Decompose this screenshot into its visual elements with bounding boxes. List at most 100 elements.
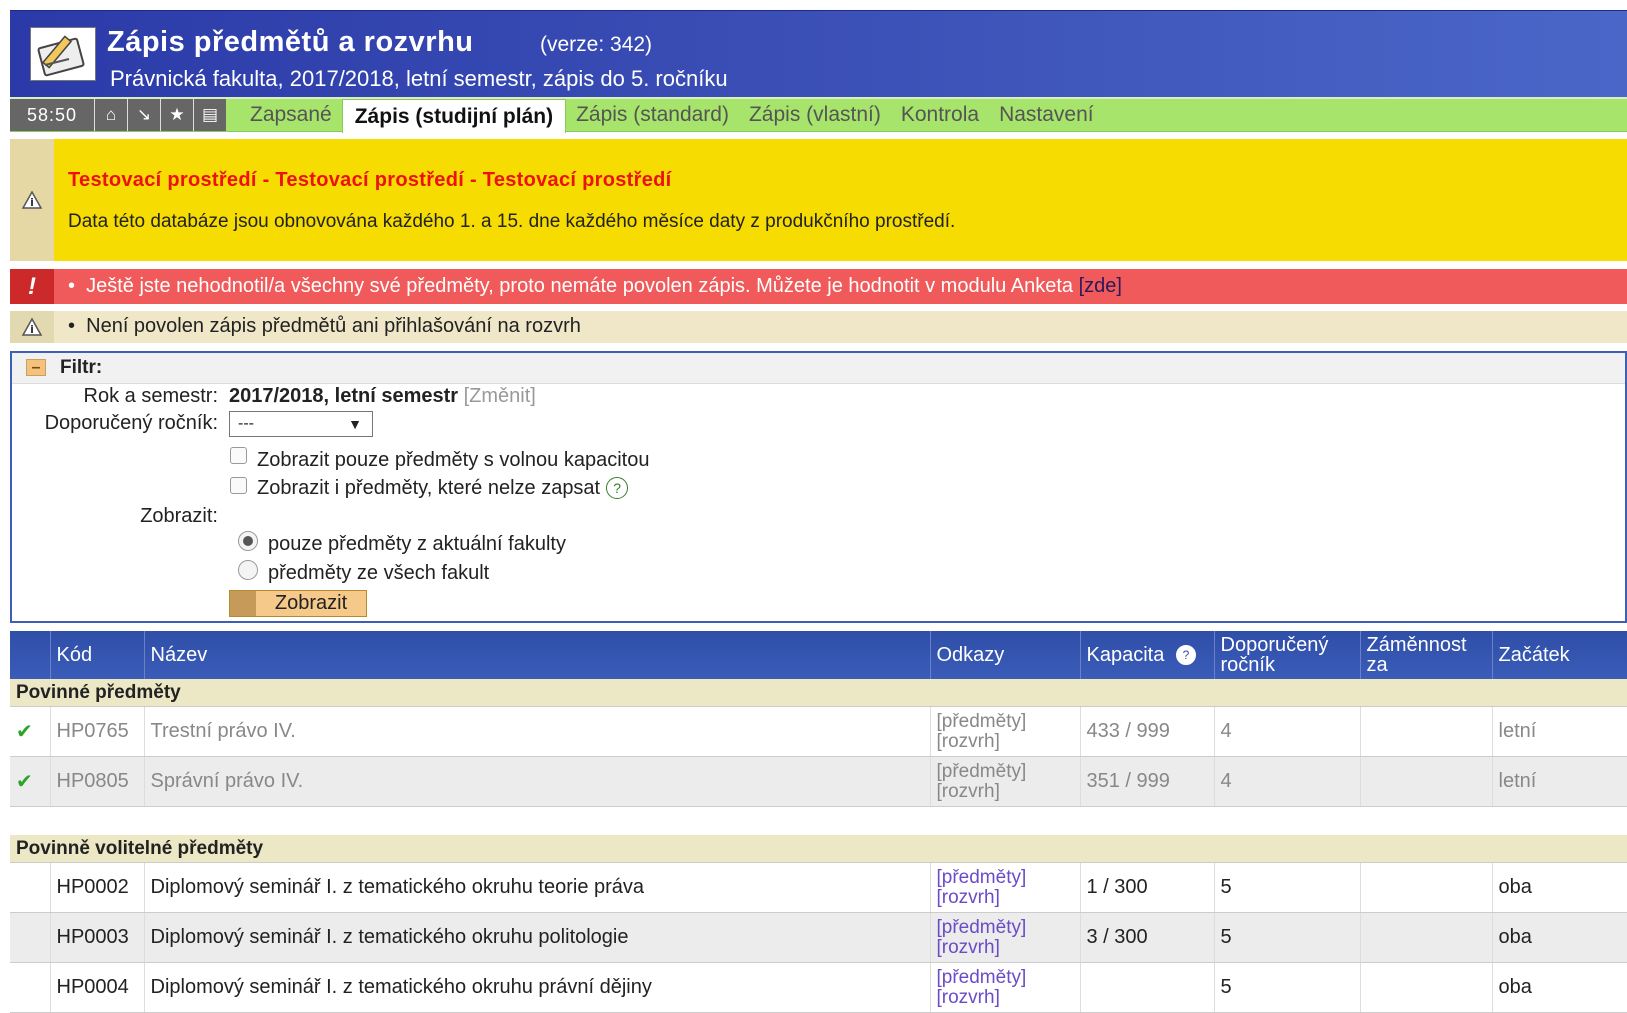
print-icon[interactable]: ▤	[193, 99, 226, 131]
row-code: HP0004	[50, 962, 145, 1013]
schedule-link[interactable]: [rozvrh]	[937, 987, 1074, 1008]
row-code: HP0003	[50, 912, 145, 963]
col-exchangeability-l1: Záměnnost	[1366, 634, 1467, 656]
col-name[interactable]: Název	[144, 631, 931, 679]
row-code: HP0002	[50, 862, 145, 913]
capacity-checkbox[interactable]	[230, 447, 247, 464]
check-icon: ✔	[16, 771, 33, 793]
test-environment-notice: i Testovací prostředí - Testovací prostř…	[10, 139, 1627, 261]
row-exchange	[1360, 912, 1493, 963]
row-start: oba	[1492, 962, 1627, 1013]
table-header-row: Kód Název Odkazy Kapacita ? Doporučený ro…	[10, 631, 1627, 679]
subjects-link[interactable]: [předměty]	[937, 967, 1074, 988]
test-environment-title: Testovací prostředí - Testovací prostřed…	[68, 169, 672, 191]
info-warning-icon: i	[10, 311, 54, 343]
row-exchange	[1360, 756, 1493, 807]
enrollment-disabled-notice: i • Není povolen zápis předmětů ani přih…	[10, 311, 1627, 343]
row-year: 4	[1214, 706, 1361, 757]
app-subtitle: Právnická fakulta, 2017/2018, letní seme…	[110, 66, 728, 91]
subjects-link[interactable]: [předměty]	[937, 917, 1074, 938]
semester-value: 2017/2018, letní semestr	[229, 385, 459, 407]
row-year: 5	[1214, 912, 1361, 963]
star-icon[interactable]: ★	[160, 99, 193, 131]
col-exchangeability-l2: za	[1366, 654, 1388, 676]
home-icon[interactable]: ⌂	[94, 99, 127, 131]
tab-nastaveni[interactable]: Nastavení	[989, 99, 1104, 131]
col-start[interactable]: Začátek	[1492, 631, 1627, 679]
row-year: 5	[1214, 862, 1361, 913]
evaluation-link[interactable]: [zde]	[1079, 275, 1122, 297]
schedule-link[interactable]: [rozvrh]	[937, 887, 1074, 908]
row-capacity: 3 / 300	[1080, 912, 1215, 963]
radio-all-faculties[interactable]	[238, 560, 258, 580]
row-name: Diplomový seminář I. z tematického okruh…	[144, 962, 931, 1013]
col-status	[10, 631, 51, 679]
row-name: Správní právo IV.	[144, 756, 931, 807]
radio-current-faculty[interactable]	[238, 531, 258, 551]
col-recommended-year[interactable]: Doporučený ročník	[1214, 631, 1361, 679]
radio-current-faculty-label: pouze předměty z aktuální fakulty	[268, 533, 566, 555]
tab-zapis-studijni-plan[interactable]: Zápis (studijní plán)	[341, 99, 567, 133]
schedule-link[interactable]: [rozvrh]	[937, 731, 1074, 752]
row-code: HP0765	[50, 706, 145, 757]
row-capacity: 351 / 999	[1080, 756, 1215, 807]
col-capacity[interactable]: Kapacita ?	[1080, 631, 1215, 679]
tab-kontrola[interactable]: Kontrola	[891, 99, 989, 131]
show-button[interactable]: Zobrazit	[229, 590, 367, 617]
schedule-link[interactable]: [rozvrh]	[937, 781, 1074, 802]
row-start: letní	[1492, 706, 1627, 757]
app-version: (verze: 342)	[540, 33, 653, 56]
capacity-help-icon[interactable]: ?	[1175, 645, 1196, 665]
row-exchange	[1360, 962, 1493, 1013]
subjects-link[interactable]: [předměty]	[937, 867, 1074, 888]
schedule-link[interactable]: [rozvrh]	[937, 937, 1074, 958]
arrow-down-right-icon[interactable]: ↘	[127, 99, 160, 131]
show-label: Zobrazit:	[140, 505, 218, 527]
row-capacity	[1080, 962, 1215, 1013]
col-code[interactable]: Kód	[50, 631, 145, 679]
col-links: Odkazy	[930, 631, 1081, 679]
tab-zapis-standard[interactable]: Zápis (standard)	[566, 99, 739, 131]
row-capacity: 433 / 999	[1080, 706, 1215, 757]
unavailable-checkbox[interactable]	[230, 477, 247, 494]
col-recommended-year-l1: Doporučený	[1220, 634, 1329, 656]
subjects-link[interactable]: [předměty]	[937, 761, 1074, 782]
test-environment-text: Data této databáze jsou obnovována každé…	[68, 211, 956, 232]
row-name: Diplomový seminář I. z tematického okruh…	[144, 862, 931, 913]
col-recommended-year-l2: ročník	[1220, 654, 1275, 676]
tab-zapis-vlastni[interactable]: Zápis (vlastní)	[739, 99, 891, 131]
app-title: Zápis předmětů a rozvrhu	[107, 26, 474, 58]
check-icon: ✔	[16, 721, 33, 743]
warning-icon: i	[10, 139, 54, 261]
table-row: ✔ HP0765 Trestní právo IV. [předměty] [ro…	[10, 706, 1627, 757]
row-start: oba	[1492, 912, 1627, 963]
tab-zapsane[interactable]: Zapsané	[240, 99, 342, 131]
group-row-elective: Povinně volitelné předměty	[10, 835, 1627, 863]
enrollment-disabled-text: Není povolen zápis předmětů ani přihlašo…	[86, 315, 581, 337]
semester-label: Rok a semestr:	[83, 385, 218, 407]
year-select[interactable]: --- ▼	[229, 411, 373, 437]
row-year: 5	[1214, 962, 1361, 1013]
row-capacity: 1 / 300	[1080, 862, 1215, 913]
row-year: 4	[1214, 756, 1361, 807]
year-label: Doporučený ročník:	[44, 412, 218, 434]
filter-panel: – Filtr: Rok a semestr: 2017/2018, letní…	[10, 351, 1627, 623]
table-row: HP0004 Diplomový seminář I. z tematickéh…	[10, 962, 1627, 1013]
evaluation-error-text: Ještě jste nehodnotil/a všechny své před…	[86, 275, 1073, 297]
help-icon[interactable]: ?	[606, 477, 629, 499]
subjects-link[interactable]: [předměty]	[937, 711, 1074, 732]
svg-text:i: i	[30, 323, 34, 336]
table-spacer	[10, 806, 1627, 835]
capacity-checkbox-label: Zobrazit pouze předměty s volnou kapacit…	[257, 449, 650, 471]
row-start: letní	[1492, 756, 1627, 807]
group-title-elective: Povinně volitelné předměty	[10, 835, 1627, 863]
chevron-down-icon: ▼	[348, 416, 362, 432]
row-exchange	[1360, 862, 1493, 913]
semester-change-link[interactable]: [Změnit]	[464, 385, 536, 407]
col-capacity-label: Kapacita	[1086, 644, 1165, 666]
row-code: HP0805	[50, 756, 145, 807]
collapse-minus-icon[interactable]: –	[26, 359, 46, 376]
main-nav: 58:50 ⌂ ↘ ★ ▤ Zapsané Zápis (studijní pl…	[10, 97, 1627, 133]
group-row-compulsory: Povinné předměty	[10, 679, 1627, 707]
col-exchangeability[interactable]: Záměnnost za	[1360, 631, 1493, 679]
